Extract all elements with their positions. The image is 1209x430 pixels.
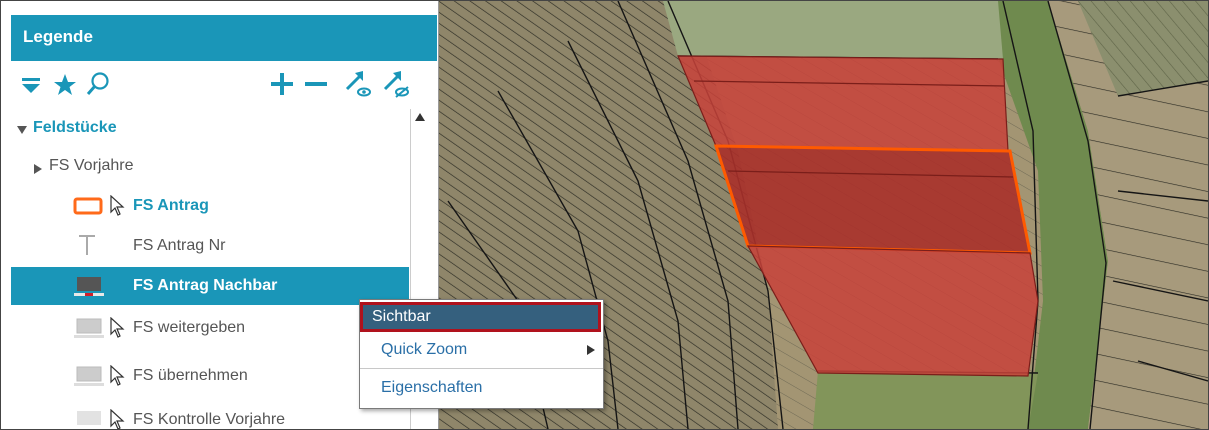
- tree-item-fs-antrag-nr[interactable]: FS Antrag Nr: [11, 227, 409, 265]
- cursor-arrow-icon: [109, 194, 125, 222]
- tree-item-fs-uebernehmen[interactable]: FS übernehmen: [11, 357, 409, 395]
- menu-item-label: Quick Zoom: [381, 341, 468, 358]
- context-menu: Sichtbar Quick Zoom Eigenschaften: [359, 299, 604, 409]
- menu-item-sichtbar[interactable]: Sichtbar: [360, 302, 601, 332]
- menu-item-label: Sichtbar: [372, 308, 431, 325]
- collapsed-arrow-icon[interactable]: [33, 161, 43, 179]
- cursor-arrow-icon: [109, 316, 125, 344]
- layer-icon: [73, 275, 105, 304]
- menu-item-eigenschaften[interactable]: Eigenschaften: [360, 374, 603, 404]
- tree-item-label: FS übernehmen: [133, 367, 248, 384]
- tree-item-label: FS Antrag Nr: [133, 237, 226, 254]
- cursor-arrow-icon: [109, 364, 125, 392]
- menu-item-label: Eigenschaften: [381, 379, 483, 396]
- layer-icon: [73, 409, 105, 429]
- parcel-fs-antrag-top[interactable]: [677, 55, 1009, 152]
- cursor-arrow-icon: [109, 408, 125, 429]
- tree-item-label: FS Vorjahre: [49, 157, 134, 174]
- star-icon[interactable]: [53, 73, 77, 102]
- app-frame: Legende Feldstücke FS Vorjahre FS Antrag…: [0, 0, 1209, 430]
- tree-item-label: FS Antrag: [133, 197, 209, 214]
- plus-icon[interactable]: [269, 71, 295, 102]
- visible-arrow-icon[interactable]: [343, 67, 375, 104]
- tree-item-label: FS weitergeben: [133, 319, 246, 336]
- scroll-up-icon[interactable]: [414, 112, 426, 125]
- layer-icon: [73, 365, 105, 394]
- legend-toolbar: [11, 63, 437, 109]
- tree-item-fs-antrag[interactable]: FS Antrag: [11, 187, 409, 225]
- tree-group-feldstuecke[interactable]: Feldstücke: [11, 109, 409, 147]
- minus-icon[interactable]: [303, 71, 329, 102]
- polygon-outline-icon: [73, 197, 103, 220]
- legend-tree: Feldstücke FS Vorjahre FS Antrag FS Antr…: [11, 109, 409, 429]
- tree-item-fs-kontrolle-vorjahre[interactable]: FS Kontrolle Vorjahre: [11, 401, 409, 429]
- expanded-arrow-icon[interactable]: [17, 122, 27, 140]
- tree-group-label: Feldstücke: [33, 119, 117, 136]
- hidden-arrow-icon[interactable]: [381, 67, 413, 104]
- tree-item-fs-weitergeben[interactable]: FS weitergeben: [11, 309, 409, 347]
- field-bottom: [813, 371, 1038, 429]
- field-top: [663, 1, 1003, 59]
- tree-item-fs-vorjahre[interactable]: FS Vorjahre: [11, 147, 409, 185]
- menu-item-quick-zoom[interactable]: Quick Zoom: [360, 336, 603, 366]
- tree-item-label: FS Kontrolle Vorjahre: [133, 411, 286, 428]
- submenu-arrow-icon: [586, 344, 596, 359]
- legend-title: Legende: [11, 15, 437, 61]
- tree-item-label: FS Antrag Nachbar: [133, 277, 278, 294]
- filter-icon[interactable]: [21, 75, 41, 100]
- text-layer-icon: [77, 233, 97, 262]
- tree-item-fs-antrag-nachbar[interactable]: FS Antrag Nachbar: [11, 267, 409, 305]
- layer-icon: [73, 317, 105, 346]
- menu-separator: [360, 368, 603, 369]
- parcel-fs-antrag-selected[interactable]: [713, 144, 1032, 255]
- search-icon[interactable]: [85, 71, 111, 102]
